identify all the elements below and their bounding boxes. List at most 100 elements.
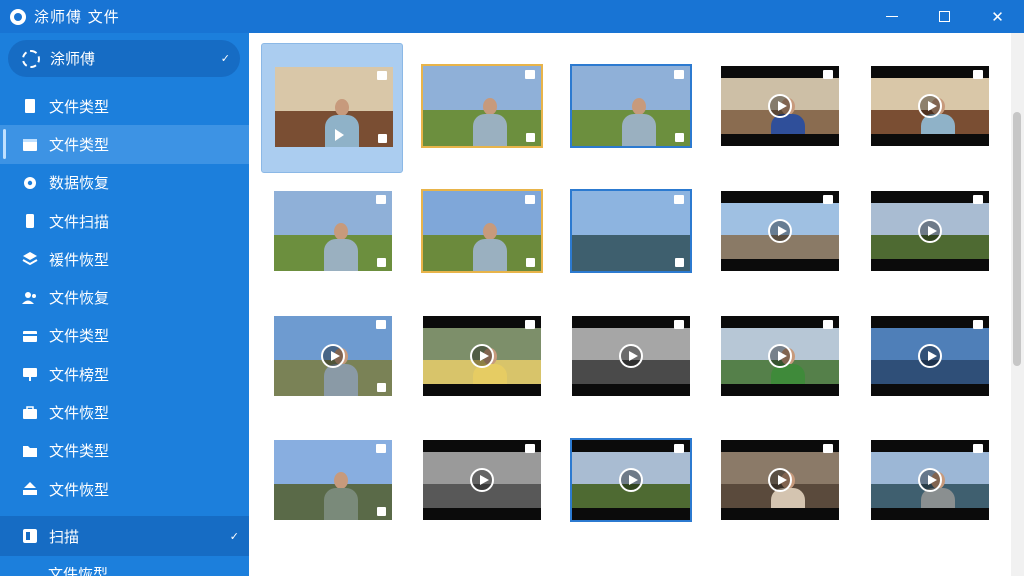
file-status-badge-icon [675, 258, 684, 267]
video-tile[interactable] [708, 417, 850, 547]
layers-icon [22, 252, 38, 266]
sidebar-item-2[interactable]: 数据恢复 [0, 164, 249, 202]
thumbnail-image[interactable] [275, 67, 393, 147]
sidebar-item-scan[interactable]: 扫描 ✓ [0, 516, 249, 556]
play-icon[interactable] [321, 344, 345, 368]
thumbnail-image[interactable] [570, 438, 692, 522]
play-icon[interactable] [918, 94, 942, 118]
play-icon[interactable] [918, 344, 942, 368]
file-type-badge-icon [377, 71, 387, 80]
play-icon[interactable] [768, 94, 792, 118]
play-icon[interactable] [470, 344, 494, 368]
photo-tile[interactable] [261, 293, 403, 423]
sidebar-nav: 文件类型 文件类型 数据恢复 文件扫描 褑件恢型 文件恢复 文件类型 文件榜型 文件恢型 文件类型… [0, 87, 249, 508]
thumbnail-image[interactable] [274, 440, 392, 520]
thumbnail-image[interactable] [421, 64, 543, 148]
play-icon[interactable] [918, 219, 942, 243]
thumbnail-grid [249, 33, 1011, 576]
video-tile[interactable] [559, 417, 701, 547]
video-tile[interactable] [559, 293, 701, 423]
refresh-ring-icon [22, 49, 40, 68]
sidebar-item-7[interactable]: 文件榜型 [0, 355, 249, 393]
file-type-badge-icon [525, 70, 535, 79]
window-controls: ✕ [865, 0, 1024, 33]
play-icon[interactable] [768, 344, 792, 368]
file-type-badge-icon [973, 70, 983, 79]
thumbnail-image[interactable] [572, 316, 690, 396]
sidebar-item-label: 文件榜型 [49, 365, 110, 384]
sidebar-item-6[interactable]: 文件类型 [0, 317, 249, 355]
sidebar-item-label: 文件类型 [49, 97, 110, 116]
thumbnail-image[interactable] [421, 189, 543, 273]
video-tile[interactable] [410, 293, 552, 423]
video-tile[interactable] [708, 168, 850, 298]
thumbnail-image[interactable] [871, 316, 989, 396]
sidebar-item-4[interactable]: 褑件恢型 [0, 240, 249, 278]
sidebar-header[interactable]: 涂师傅 ✓ [8, 40, 240, 77]
file-type-badge-icon [823, 195, 833, 204]
photo-tile[interactable] [261, 43, 403, 173]
sidebar-item-label: 文件扫描 [49, 212, 110, 231]
file-type-badge-icon [674, 320, 684, 329]
video-tile[interactable] [858, 168, 1000, 298]
thumbnail-image[interactable] [274, 316, 392, 396]
gear-icon [24, 176, 36, 189]
thumbnail-image[interactable] [570, 189, 692, 273]
play-icon[interactable] [619, 344, 643, 368]
play-icon[interactable] [768, 468, 792, 492]
sidebar-item-9[interactable]: 文件类型 [0, 432, 249, 470]
close-icon: ✕ [991, 7, 1004, 26]
file-type-badge-icon [525, 195, 535, 204]
thumbnail-image[interactable] [570, 64, 692, 148]
sidebar-item-5[interactable]: 文件恢复 [0, 278, 249, 316]
thumbnail-image[interactable] [871, 440, 989, 520]
photo-tile[interactable] [410, 168, 552, 298]
video-tile[interactable] [858, 417, 1000, 547]
photo-tile[interactable] [261, 168, 403, 298]
sidebar-item-0[interactable]: 文件类型 [0, 87, 249, 125]
video-tile[interactable] [858, 43, 1000, 173]
sidebar-item-1[interactable]: 文件类型 [0, 125, 249, 164]
thumbnail-image[interactable] [423, 440, 541, 520]
sidebar-item-label: 褑件恢型 [49, 250, 110, 269]
monitor-icon [23, 368, 37, 382]
file-type-badge-icon [376, 444, 386, 453]
photo-tile[interactable] [410, 43, 552, 173]
video-tile[interactable] [708, 43, 850, 173]
maximize-button[interactable] [918, 0, 971, 33]
scan-icon [23, 529, 37, 543]
play-icon[interactable] [768, 219, 792, 243]
sidebar-item-10[interactable]: 文件恢型 [0, 470, 249, 508]
play-icon[interactable] [470, 468, 494, 492]
thumbnail-image[interactable] [721, 440, 839, 520]
file-status-badge-icon [526, 133, 535, 142]
video-tile[interactable] [858, 293, 1000, 423]
upload-tray-icon [23, 482, 37, 496]
thumbnail-image[interactable] [871, 191, 989, 271]
photo-tile[interactable] [559, 168, 701, 298]
file-type-badge-icon [973, 195, 983, 204]
sidebar-item-partial[interactable]: 文件恢型 [48, 567, 108, 576]
photo-tile[interactable] [559, 43, 701, 173]
video-tile[interactable] [708, 293, 850, 423]
thumbnail-image[interactable] [871, 66, 989, 146]
play-icon[interactable] [619, 468, 643, 492]
sidebar-item-8[interactable]: 文件恢型 [0, 393, 249, 431]
play-icon[interactable] [918, 468, 942, 492]
video-tile[interactable] [410, 417, 552, 547]
scrollbar-thumb[interactable] [1013, 112, 1021, 366]
sidebar-item-label: 文件类型 [49, 442, 110, 461]
minimize-button[interactable] [865, 0, 918, 33]
file-status-badge-icon [377, 258, 386, 267]
folder-icon [23, 445, 37, 457]
file-status-badge-icon [377, 507, 386, 516]
close-button[interactable]: ✕ [971, 0, 1024, 33]
photo-tile[interactable] [261, 417, 403, 547]
sidebar-item-3[interactable]: 文件扫描 [0, 202, 249, 240]
thumbnail-image[interactable] [721, 191, 839, 271]
thumbnail-image[interactable] [721, 316, 839, 396]
thumbnail-image[interactable] [274, 191, 392, 271]
thumbnail-image[interactable] [721, 66, 839, 146]
thumbnail-image[interactable] [423, 316, 541, 396]
file-status-badge-icon [526, 258, 535, 267]
